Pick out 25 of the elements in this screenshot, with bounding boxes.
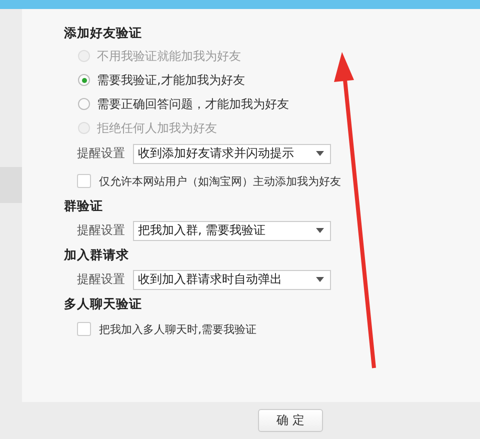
dropdown[interactable]: 收到添加好友请求并闪动提示 xyxy=(133,144,331,164)
dropdown[interactable]: 收到加入群请求时自动弹出 xyxy=(133,270,331,290)
section-heading: 加入群请求 xyxy=(64,246,130,264)
checkbox-label: 把我加入多人聊天时,需要我验证 xyxy=(99,322,256,336)
radio-label: 拒绝任何人加我为好友 xyxy=(97,120,217,136)
field-label: 提醒设置 xyxy=(77,222,125,239)
section-heading: 添加好友验证 xyxy=(64,24,143,42)
checkbox-label: 仅允许本网站用户（如淘宝网）主动添加我为好友 xyxy=(99,174,341,188)
radio-label: 需要我验证,才能加我为好友 xyxy=(97,72,245,88)
radio-label: 需要正确回答问题，才能加我为好友 xyxy=(97,96,289,112)
checkbox[interactable] xyxy=(77,322,91,336)
field-label: 提醒设置 xyxy=(77,145,125,162)
section-heading: 群验证 xyxy=(64,197,104,215)
radio-button[interactable] xyxy=(78,98,90,110)
caret-icon xyxy=(316,228,324,233)
checkbox[interactable] xyxy=(77,174,91,188)
caret-icon xyxy=(316,277,324,282)
dropdown[interactable]: 把我加入群, 需要我验证 xyxy=(133,220,331,240)
caret-icon xyxy=(316,151,324,156)
field-label: 提醒设置 xyxy=(77,271,125,288)
section-heading: 多人聊天验证 xyxy=(64,295,143,313)
radio-button[interactable] xyxy=(78,74,90,86)
ok-button[interactable]: 确 定 xyxy=(258,409,323,432)
sidebar-item[interactable] xyxy=(0,167,22,203)
radio-label: 不用我验证就能加我为好友 xyxy=(97,48,241,64)
